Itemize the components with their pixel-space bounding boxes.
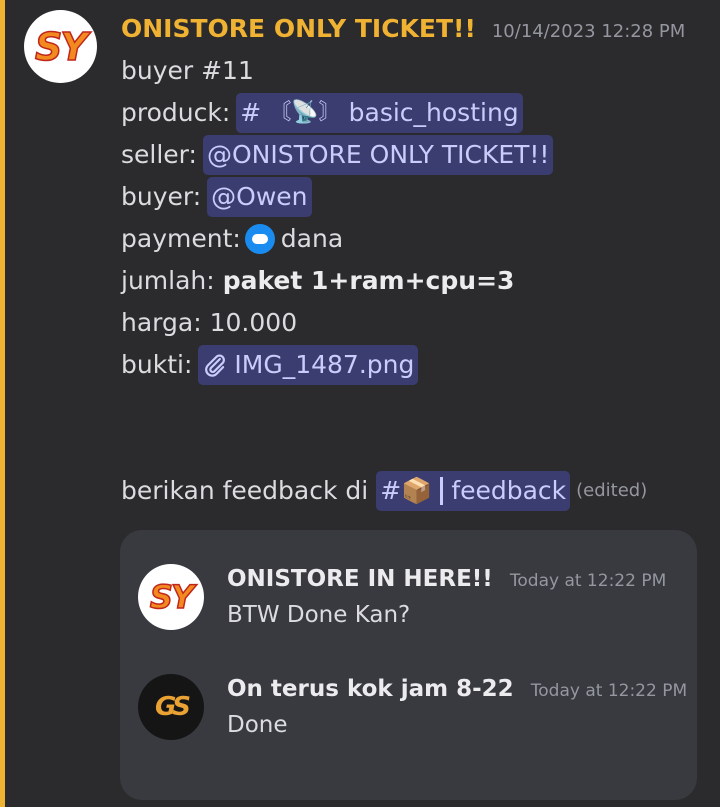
dana-icon [244, 224, 275, 254]
jumlah-label: jumlah: [121, 266, 215, 295]
message-header: ONISTORE ONLY TICKET!! 10/14/2023 12:28 … [121, 14, 700, 50]
feedback-line: berikan feedback di #📦 feedback (edited) [121, 470, 700, 512]
jumlah-line: jumlah: paket 1+ram+cpu=3 [121, 260, 700, 302]
seller-line: seller: @ONISTORE ONLY TICKET!! [121, 134, 700, 176]
channel-name: feedback [451, 476, 567, 505]
payment-line: payment: dana [121, 218, 700, 260]
buyer-number-text: buyer #11 [121, 56, 254, 85]
reply-body: On terus kok jam 8-22 Today at 12:22 PM … [227, 676, 687, 738]
avatar-logo-text: SY [34, 24, 88, 70]
message-timestamp[interactable]: 10/14/2023 12:28 PM [492, 21, 685, 42]
product-line: produck: # 〘📡〙 basic_hosting [121, 92, 700, 134]
bukti-line: bukti: IMG_1487.png [121, 344, 700, 386]
message-content: ONISTORE ONLY TICKET!! 10/14/2023 12:28 … [121, 14, 700, 512]
seller-label: seller: [121, 140, 197, 169]
payment-value: dana [280, 224, 344, 253]
reply-avatar[interactable]: GS [138, 674, 204, 740]
paperclip-icon [205, 354, 226, 377]
product-label: produck: [121, 98, 231, 127]
reply-text: Done [227, 712, 288, 738]
author-name[interactable]: ONISTORE ONLY TICKET!! [121, 14, 476, 43]
attachment-filename: IMG_1487.png [234, 350, 415, 379]
reply-text: BTW Done Kan? [227, 602, 411, 628]
package-icon: #📦 [380, 476, 433, 505]
jumlah-value: paket 1+ram+cpu=3 [222, 266, 515, 295]
author-avatar[interactable]: SY [24, 10, 97, 83]
harga-label: harga: [121, 308, 202, 337]
satellite-dish-icon: 〘📡〙 [269, 100, 341, 125]
avatar-logo-text: SY [149, 577, 195, 617]
buyer-line: buyer: @Owen [121, 176, 700, 218]
avatar-logo-text: GS [154, 692, 191, 722]
reply-avatar[interactable]: SY [138, 564, 204, 630]
buyer-mention[interactable]: @Owen [207, 177, 312, 217]
reply-timestamp[interactable]: Today at 12:22 PM [531, 681, 687, 701]
replies-container: SY ONISTORE IN HERE!! Today at 12:22 PM … [120, 530, 697, 800]
bukti-label: bukti: [121, 350, 193, 379]
reply-timestamp[interactable]: Today at 12:22 PM [510, 571, 666, 591]
channel-mention-feedback[interactable]: #📦 feedback [376, 471, 571, 511]
reply-author[interactable]: ONISTORE IN HERE!! [227, 566, 493, 592]
payment-label: payment: [121, 224, 241, 253]
highlight-accent-bar [0, 0, 5, 807]
attachment-link[interactable]: IMG_1487.png [198, 345, 419, 385]
reply-author[interactable]: On terus kok jam 8-22 [227, 676, 514, 702]
channel-mention-basic-hosting[interactable]: # 〘📡〙 basic_hosting [236, 93, 523, 133]
channel-name: basic_hosting [348, 98, 519, 127]
harga-value: 10.000 [209, 308, 298, 337]
buyer-number-line: buyer #11 [121, 50, 700, 92]
harga-line: harga: 10.000 [121, 302, 700, 344]
seller-mention[interactable]: @ONISTORE ONLY TICKET!! [202, 135, 554, 175]
edited-marker: (edited) [576, 480, 648, 501]
divider-bar [440, 477, 444, 505]
channel-hash-icon: # [240, 98, 262, 127]
reply-body: ONISTORE IN HERE!! Today at 12:22 PM BTW… [227, 566, 666, 628]
buyer-label: buyer: [121, 182, 202, 211]
feedback-text: berikan feedback di [121, 476, 369, 505]
